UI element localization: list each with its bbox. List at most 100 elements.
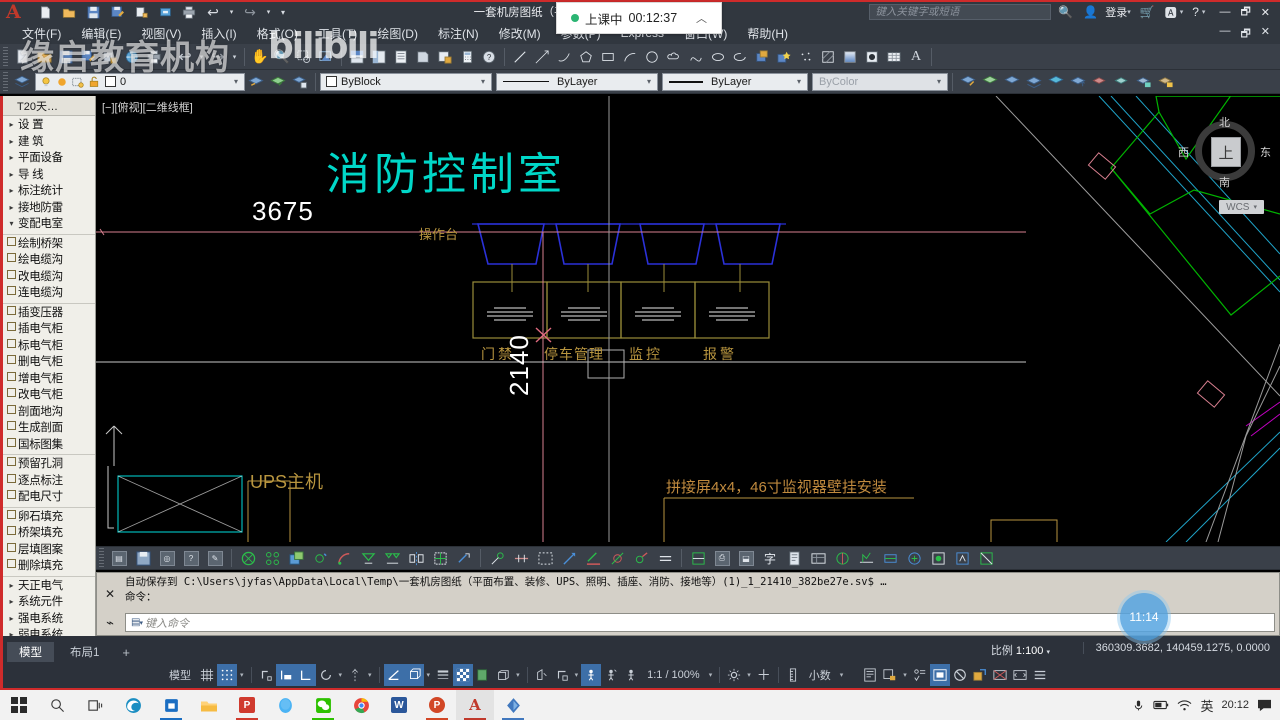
class-status-popup[interactable]: 上课中 00:12:37 ︿ bbox=[556, 2, 722, 34]
strip-icon-11[interactable] bbox=[356, 547, 380, 569]
color-dropdown-icon[interactable]: ▾ bbox=[477, 77, 489, 86]
polyline-icon[interactable] bbox=[553, 46, 575, 68]
palette-item[interactable]: 预留孔洞 bbox=[3, 456, 95, 473]
ucs-dropdown-icon[interactable]: ▾ bbox=[1253, 203, 1257, 211]
snap-dropdown-icon[interactable]: ▾ bbox=[237, 671, 247, 679]
strip-mirror-icon[interactable] bbox=[404, 547, 428, 569]
command-customize-icon[interactable]: ⌁ bbox=[106, 615, 114, 631]
ucs-dropdown-icon-2[interactable]: ▾ bbox=[572, 671, 582, 679]
redo-icon[interactable]: ↪ bbox=[239, 2, 261, 22]
view-cube[interactable]: 上 北 南 西 东 bbox=[1178, 117, 1271, 189]
taskbar-search-icon[interactable] bbox=[38, 690, 76, 720]
units-icon[interactable] bbox=[783, 664, 803, 686]
palette-item[interactable]: ▸ 接地防雷 bbox=[3, 200, 95, 217]
command-prompt-dropdown-icon[interactable]: ▾ bbox=[139, 619, 143, 627]
ucs-icon[interactable] bbox=[552, 664, 572, 686]
view-cube-south-label[interactable]: 南 bbox=[1219, 174, 1230, 190]
annotation-monitor-icon[interactable] bbox=[532, 664, 552, 686]
ucs-selector-button[interactable]: WCS ▾ bbox=[1219, 200, 1264, 214]
palette-item[interactable]: 改电缆沟 bbox=[3, 269, 95, 286]
command-input-row[interactable]: ▤ ▾ 键入命令 bbox=[125, 613, 1275, 632]
palette-item[interactable]: ▸ 设 置 bbox=[3, 117, 95, 134]
palette-item[interactable]: ▸ 强电系统 bbox=[3, 611, 95, 628]
palette-item[interactable]: 插变压器 bbox=[3, 305, 95, 322]
taskbar-app-google-chrome[interactable] bbox=[342, 690, 380, 720]
taskbar-app-powerpoint[interactable]: P bbox=[418, 690, 456, 720]
palette-item[interactable]: ▸ 导 线 bbox=[3, 167, 95, 184]
start-button[interactable] bbox=[0, 690, 38, 720]
rectangle-icon[interactable] bbox=[597, 46, 619, 68]
add-layout-button[interactable]: + bbox=[115, 642, 137, 662]
minimize-button[interactable]: — bbox=[1219, 6, 1230, 18]
strip-icon-20[interactable] bbox=[581, 547, 605, 569]
customization-menu-icon[interactable] bbox=[1030, 664, 1050, 686]
strip-icon-10[interactable] bbox=[332, 547, 356, 569]
object-snap-icon[interactable] bbox=[383, 664, 404, 686]
notifications-icon[interactable] bbox=[1257, 699, 1272, 712]
plot-icon[interactable] bbox=[130, 2, 152, 22]
palette-item[interactable]: ▸ 建 筑 bbox=[3, 134, 95, 151]
markup-icon[interactable] bbox=[434, 46, 456, 68]
layer-unlock-2-icon[interactable] bbox=[1089, 71, 1111, 93]
strip-block-icon[interactable] bbox=[284, 547, 308, 569]
layer-isolate-icon[interactable] bbox=[979, 71, 1001, 93]
strip-save-icon[interactable] bbox=[131, 547, 155, 569]
ellipse-arc-icon[interactable] bbox=[729, 46, 751, 68]
undo-icon[interactable]: ↩ bbox=[202, 2, 224, 22]
menu-dimension[interactable]: 标注(N) bbox=[428, 25, 489, 42]
save-file-icon[interactable] bbox=[82, 2, 104, 22]
palette-item[interactable]: 层填图案 bbox=[3, 542, 95, 559]
no-entry-icon[interactable] bbox=[950, 664, 970, 686]
new-file-icon[interactable] bbox=[34, 2, 56, 22]
taskbar-clock[interactable]: 20:12 bbox=[1221, 699, 1249, 711]
multiline-text-icon[interactable]: A bbox=[905, 46, 927, 68]
osnap-track-dropdown-icon[interactable]: ▾ bbox=[365, 671, 375, 679]
strip-icon-9[interactable] bbox=[308, 547, 332, 569]
3d-object-snap-icon[interactable] bbox=[403, 664, 424, 686]
strip-icon-34[interactable] bbox=[926, 547, 950, 569]
palette-item[interactable]: 增电气柜 bbox=[3, 371, 95, 388]
toolbar-grip[interactable] bbox=[3, 46, 8, 67]
view-cube-west-label[interactable]: 西 bbox=[1178, 144, 1189, 160]
palette-item[interactable]: ▾ 变配电室 bbox=[3, 216, 95, 233]
layer-make-current-icon[interactable] bbox=[267, 71, 289, 93]
workspace-switch-icon[interactable] bbox=[724, 664, 744, 686]
view-cube-north-label[interactable]: 北 bbox=[1219, 114, 1230, 130]
taskbar-app-file-explorer[interactable] bbox=[190, 690, 228, 720]
fullscreen-icon[interactable] bbox=[1010, 664, 1030, 686]
taskbar-app-blue-app[interactable] bbox=[494, 690, 532, 720]
strip-icon-3[interactable]: ◎ bbox=[155, 547, 179, 569]
tab-model[interactable]: 模型 bbox=[7, 642, 54, 662]
palette-item[interactable]: 剖面地沟 bbox=[3, 404, 95, 421]
line-icon[interactable] bbox=[509, 46, 531, 68]
snap-mode-icon[interactable] bbox=[217, 664, 237, 686]
sheet-set-icon[interactable] bbox=[412, 46, 434, 68]
layer-match-icon[interactable] bbox=[289, 71, 311, 93]
lineweight-combobox[interactable]: ByLayer ▾ bbox=[662, 72, 808, 91]
wifi-icon[interactable] bbox=[1177, 699, 1192, 712]
isolate-objects-icon[interactable] bbox=[880, 664, 900, 686]
isolate-dropdown-icon[interactable]: ▾ bbox=[900, 671, 910, 679]
lineweight-dropdown-icon[interactable]: ▾ bbox=[793, 77, 805, 86]
palette-item[interactable]: 删除填充 bbox=[3, 558, 95, 575]
doc-restore-button[interactable]: 🗗 bbox=[1240, 25, 1250, 44]
spline-icon[interactable] bbox=[685, 46, 707, 68]
taskbar-app-autocad[interactable]: A bbox=[456, 690, 494, 720]
autodesk-a360-icon[interactable]: 🅰 bbox=[1162, 4, 1180, 21]
quick-properties-icon[interactable] bbox=[860, 664, 880, 686]
strip-icon-31[interactable] bbox=[854, 547, 878, 569]
customize-qat-icon[interactable]: ▾ bbox=[276, 2, 290, 22]
strip-icon-5[interactable]: ✎ bbox=[203, 547, 227, 569]
microphone-icon[interactable] bbox=[1132, 699, 1145, 712]
insert-block-icon[interactable] bbox=[751, 46, 773, 68]
strip-icon-23[interactable] bbox=[653, 547, 677, 569]
menu-modify[interactable]: 修改(M) bbox=[489, 25, 551, 42]
hatch-icon[interactable] bbox=[817, 46, 839, 68]
layer-freeze-2-icon[interactable] bbox=[1023, 71, 1045, 93]
selection-cycling-icon[interactable] bbox=[473, 664, 493, 686]
print-icon[interactable] bbox=[178, 2, 200, 22]
strip-grip[interactable] bbox=[99, 548, 104, 568]
calculator-icon[interactable] bbox=[456, 46, 478, 68]
strip-copy-equipment-icon[interactable] bbox=[260, 547, 284, 569]
palette-item[interactable]: ▸ 天正电气 bbox=[3, 578, 95, 595]
